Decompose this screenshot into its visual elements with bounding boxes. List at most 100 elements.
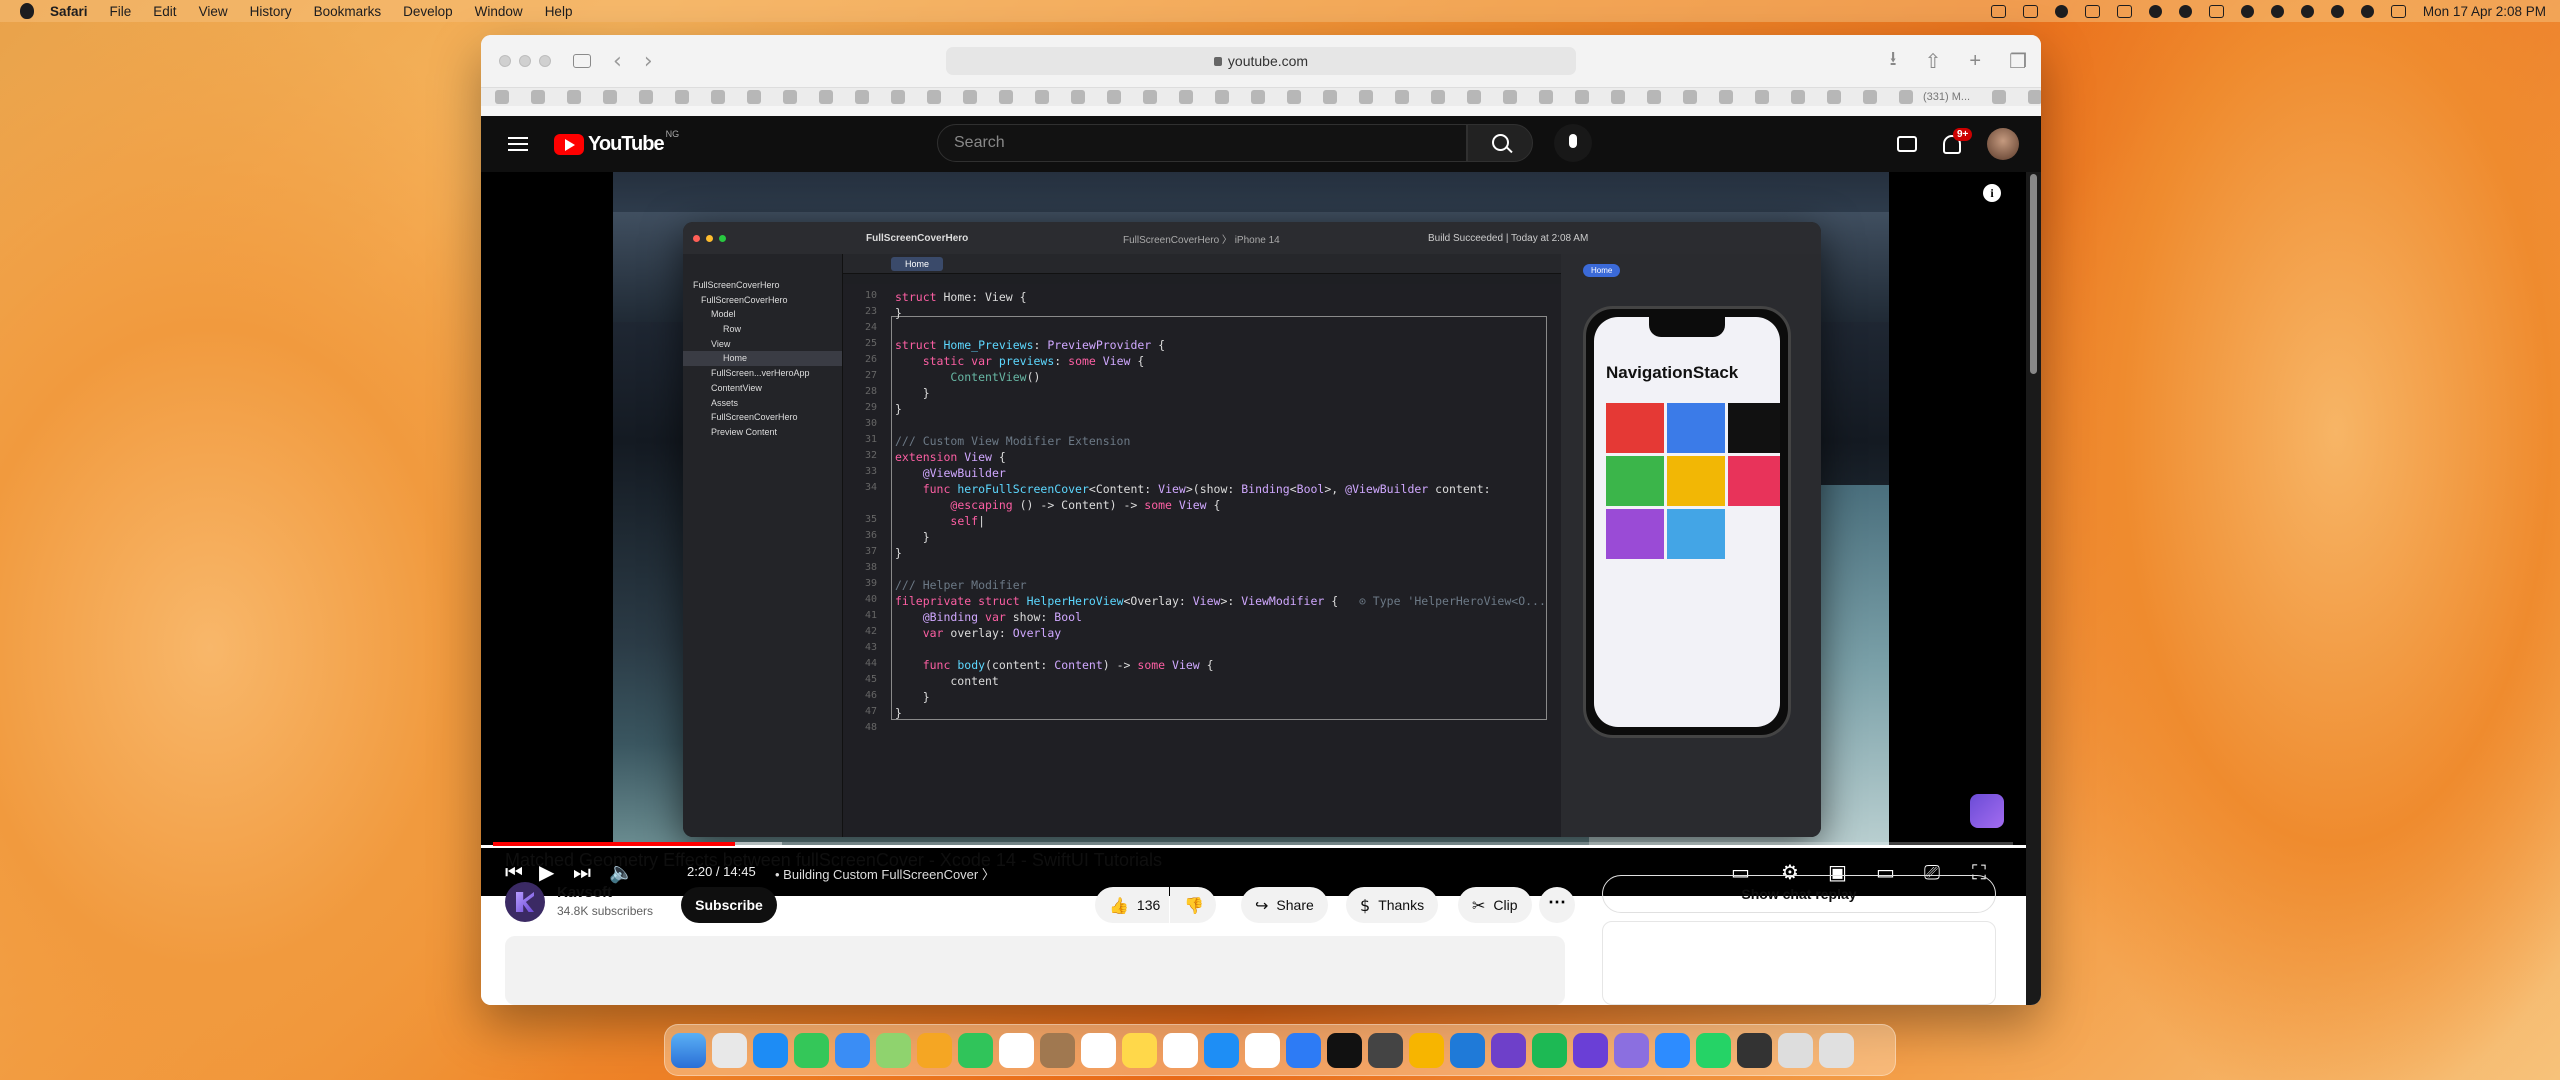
account-avatar[interactable] (1987, 128, 2019, 160)
pinned-tab[interactable] (1251, 90, 1265, 104)
pinned-tab[interactable] (1431, 90, 1445, 104)
mail-icon[interactable] (835, 1032, 870, 1068)
menu-help[interactable]: Help (545, 4, 573, 19)
notifications-icon[interactable]: 9+ (1943, 127, 1973, 154)
pinned-tab[interactable] (711, 90, 725, 104)
pinned-tab[interactable] (1467, 90, 1481, 104)
tab-overview-icon[interactable]: ❐ (2009, 49, 2027, 74)
info-icon[interactable]: i (1983, 184, 2001, 202)
pinned-tab[interactable] (675, 90, 689, 104)
like-button[interactable]: 👍 136 (1095, 887, 1169, 923)
pinned-tab[interactable] (1395, 90, 1409, 104)
pinned-tab[interactable] (783, 90, 797, 104)
pinned-tab[interactable] (2028, 90, 2041, 104)
pinned-tab[interactable] (1071, 90, 1085, 104)
pinned-tab[interactable] (1755, 90, 1769, 104)
dislike-button[interactable]: 👎 (1170, 887, 1216, 923)
sync-icon[interactable] (2054, 4, 2068, 18)
input-source-icon[interactable] (2208, 4, 2224, 18)
channel-avatar[interactable] (505, 882, 545, 922)
wifi-icon[interactable] (2330, 4, 2344, 18)
video-frame[interactable]: FullScreenCoverHero FullScreenCoverHero … (613, 172, 1889, 845)
whatsapp-icon[interactable] (1696, 1032, 1731, 1068)
pinned-tab[interactable] (1179, 90, 1193, 104)
pinned-tab[interactable] (1719, 90, 1733, 104)
download-icon[interactable]: ⭳ (1890, 44, 1897, 78)
menu-history[interactable]: History (250, 4, 292, 19)
pinned-tab[interactable] (927, 90, 941, 104)
launchpad-icon[interactable] (712, 1032, 747, 1068)
preview-app-icon[interactable] (1614, 1032, 1649, 1068)
sketch-icon[interactable] (1409, 1032, 1444, 1068)
pinned-tab[interactable] (1359, 90, 1373, 104)
pinned-tab[interactable] (1992, 90, 2007, 104)
flame-icon[interactable] (2178, 4, 2192, 18)
finder-icon[interactable] (671, 1032, 706, 1068)
vscode-icon[interactable] (1450, 1032, 1485, 1068)
pinned-tab[interactable] (1575, 90, 1589, 104)
video-player[interactable]: FullScreenCoverHero FullScreenCoverHero … (481, 172, 2026, 896)
pinned-tab[interactable] (819, 90, 833, 104)
pinned-tab[interactable] (1539, 90, 1553, 104)
pinned-tab[interactable] (1107, 90, 1121, 104)
calendar-icon[interactable] (999, 1032, 1034, 1068)
menu-icon[interactable] (508, 137, 528, 151)
pinned-tab[interactable] (567, 90, 581, 104)
menu-develop[interactable]: Develop (403, 4, 453, 19)
search-input[interactable]: Search (937, 124, 1467, 162)
pinned-tab[interactable] (1287, 90, 1301, 104)
sidebar-toggle-icon[interactable] (573, 54, 591, 68)
slack-icon[interactable] (1245, 1032, 1280, 1068)
terminal-icon[interactable] (1327, 1032, 1362, 1068)
pinned-tab[interactable] (531, 90, 545, 104)
pinned-tab[interactable] (963, 90, 977, 104)
show-chat-replay-button[interactable]: Show chat replay (1602, 875, 1996, 913)
subscribe-button[interactable]: Subscribe (681, 887, 777, 923)
clip-button[interactable]: ✂ Clip (1458, 887, 1532, 923)
safari-icon[interactable] (753, 1032, 788, 1068)
create-video-icon[interactable] (1897, 136, 1917, 152)
play-circle-icon[interactable] (2240, 4, 2254, 18)
address-bar[interactable]: youtube.com (946, 47, 1576, 75)
menu-bookmarks[interactable]: Bookmarks (314, 4, 382, 19)
figma-icon[interactable] (1573, 1032, 1608, 1068)
pinned-tab[interactable] (1863, 90, 1877, 104)
reminders-icon[interactable] (1081, 1032, 1116, 1068)
app-store-icon[interactable] (1204, 1032, 1239, 1068)
pinned-tab[interactable] (855, 90, 869, 104)
activity-icon[interactable] (1368, 1032, 1403, 1068)
pinned-tab[interactable] (1323, 90, 1337, 104)
xcode-icon[interactable] (1286, 1032, 1321, 1068)
menu-file[interactable]: File (110, 4, 132, 19)
forward-icon[interactable]: › (644, 49, 653, 74)
menu-view[interactable]: View (199, 4, 228, 19)
pinned-tab[interactable] (999, 90, 1013, 104)
contacts-icon[interactable] (1040, 1032, 1075, 1068)
window-status-icon[interactable] (2116, 4, 2132, 18)
pinned-tab[interactable] (495, 90, 509, 104)
trash-icon[interactable] (1819, 1032, 1854, 1068)
page-scrollbar[interactable] (2026, 172, 2041, 1005)
menu-window[interactable]: Window (475, 4, 523, 19)
spotlight-search-icon[interactable] (2360, 4, 2374, 18)
maps-icon[interactable] (876, 1032, 911, 1068)
back-icon[interactable]: ‹ (613, 49, 622, 74)
status-app-icon[interactable] (2022, 4, 2038, 18)
progress-bar[interactable] (493, 842, 2013, 846)
control-center-icon[interactable] (2390, 4, 2406, 18)
scissors-icon[interactable] (1990, 4, 2006, 18)
pinned-tab[interactable] (1215, 90, 1229, 104)
facetime-icon[interactable] (958, 1032, 993, 1068)
channel-watermark[interactable] (1970, 794, 2004, 828)
headphones-icon[interactable] (2270, 4, 2284, 18)
description-box[interactable] (505, 936, 1565, 1005)
pinned-tab[interactable] (639, 90, 653, 104)
apple-icon[interactable] (20, 3, 34, 19)
pinned-tab[interactable] (1827, 90, 1841, 104)
github-desktop-icon[interactable] (1491, 1032, 1526, 1068)
share-page-icon[interactable]: ⇧ (1925, 49, 1942, 74)
close-window-button[interactable] (499, 55, 511, 67)
photos-icon[interactable] (917, 1032, 952, 1068)
menubar-clock[interactable]: Mon 17 Apr 2:08 PM (2423, 4, 2546, 19)
notes-icon[interactable] (1122, 1032, 1157, 1068)
